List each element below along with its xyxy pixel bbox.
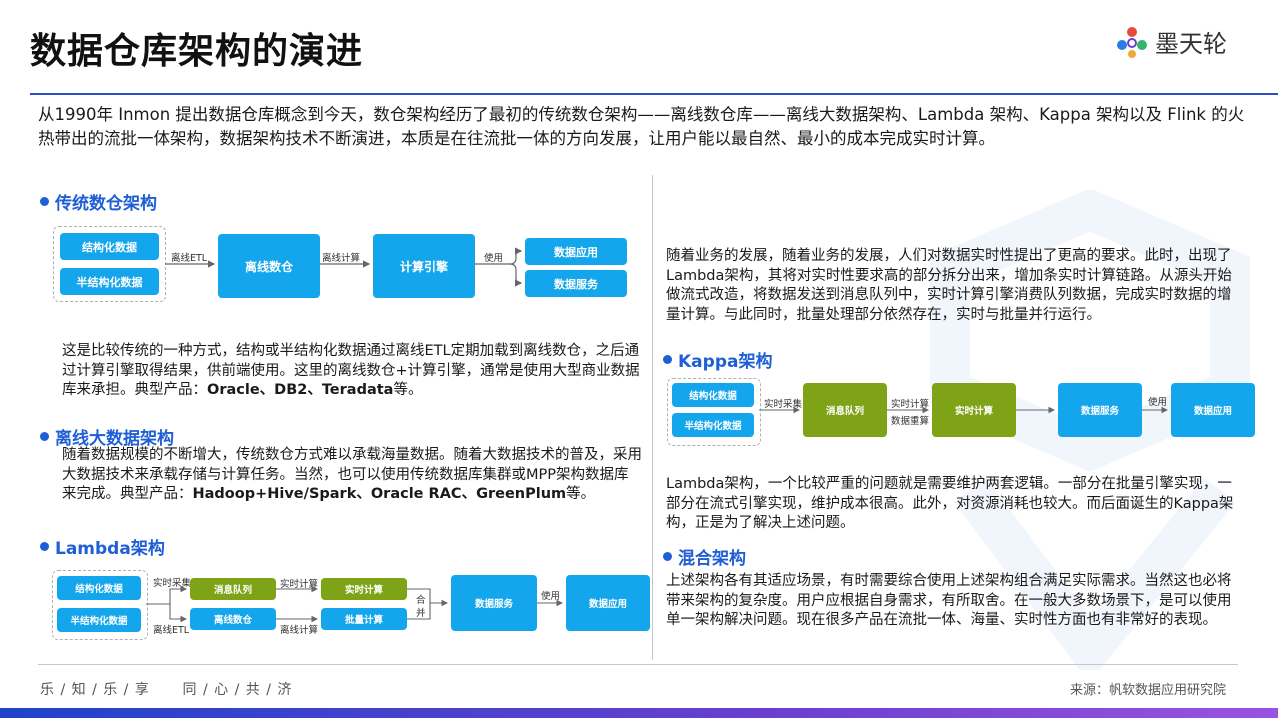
footer-slogan: 乐 / 知 / 乐 / 享 同 / 心 / 共 / 济: [40, 682, 293, 698]
kappa-description: Lambda架构，一个比较严重的问题就是需要维护两套逻辑。一部分在批量引擎实现，…: [666, 476, 1234, 531]
bullet-dot-icon: [663, 552, 672, 561]
footer-source: 来源：帆软数据应用研究院: [1070, 683, 1227, 698]
bottom-gradient-bar: [0, 708, 1278, 718]
hybrid-description: 上述架构各有其适应场景，有时需要综合使用上述架构组合满足实际需求。当然这也必将带…: [666, 573, 1232, 628]
section-hybrid-heading: 混合架构: [663, 544, 746, 569]
